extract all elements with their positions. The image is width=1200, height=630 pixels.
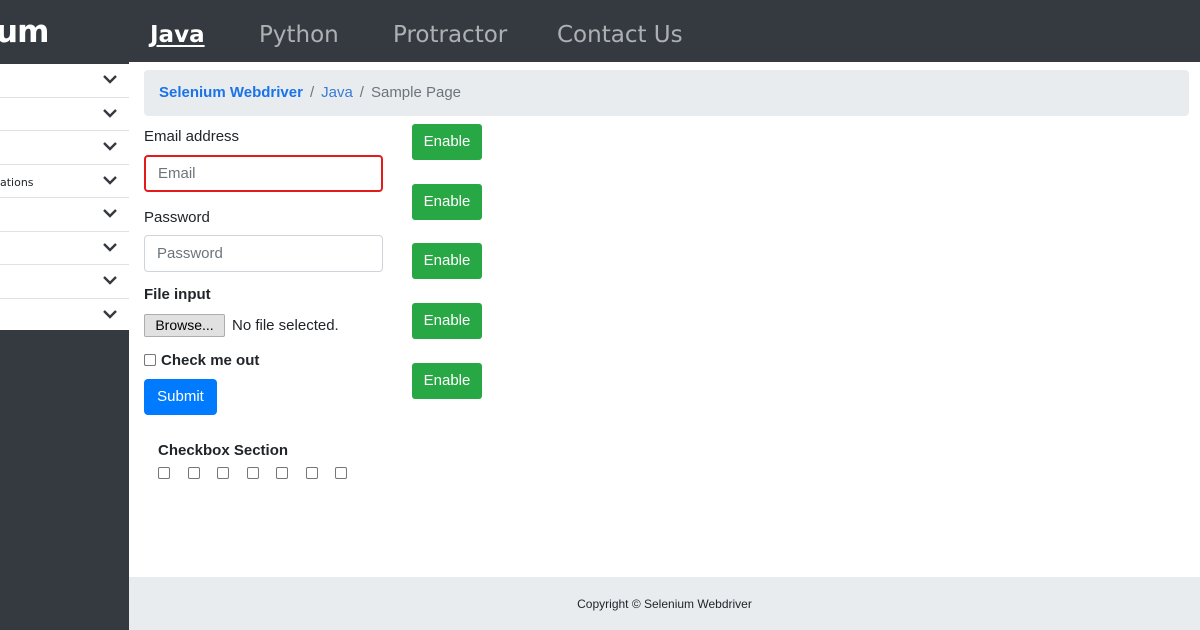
sidebar-item[interactable]	[0, 299, 129, 333]
section-checkbox-7[interactable]	[335, 467, 347, 479]
chevron-down-icon	[103, 309, 117, 319]
sidebar-item[interactable]	[0, 64, 129, 98]
section-checkbox-2[interactable]	[188, 467, 200, 479]
chevron-down-icon	[103, 242, 117, 252]
chevron-down-icon	[103, 142, 117, 151]
check-me-out-label[interactable]: Check me out	[161, 352, 259, 369]
sidebar-item[interactable]: ations	[0, 165, 129, 198]
sidebar-item[interactable]	[0, 265, 129, 299]
breadcrumb-link-java[interactable]: Java	[321, 84, 353, 101]
email-label: Email address	[144, 128, 240, 145]
sidebar-item-label: ations	[0, 175, 34, 189]
section-checkbox-5[interactable]	[276, 467, 288, 479]
breadcrumb-separator: /	[359, 84, 364, 101]
nav-link-contact-us[interactable]: Contact Us	[557, 22, 683, 48]
sidebar-item[interactable]	[0, 131, 129, 165]
footer-copyright: Copyright © Selenium Webdriver	[129, 577, 1200, 630]
enable-button-5[interactable]: Enable	[412, 363, 482, 399]
enable-button-1[interactable]: Enable	[412, 124, 482, 160]
enable-button-4[interactable]: Enable	[412, 303, 482, 339]
breadcrumb-link-home[interactable]: Selenium Webdriver	[159, 84, 303, 101]
chevron-down-icon	[103, 276, 117, 285]
breadcrumb-current-page: Sample Page	[370, 84, 462, 101]
chevron-down-icon	[103, 175, 117, 185]
brand-logo-text[interactable]: um	[0, 14, 49, 50]
nav-link-java[interactable]: Java	[150, 22, 205, 48]
browse-button[interactable]: Browse...	[144, 314, 225, 337]
chevron-down-icon	[103, 108, 117, 118]
sidebar-item[interactable]	[0, 198, 129, 232]
sidebar-item[interactable]	[0, 98, 129, 131]
section-checkbox-6[interactable]	[306, 467, 318, 479]
nav-link-python[interactable]: Python	[259, 22, 339, 48]
chevron-down-icon	[103, 75, 117, 84]
password-label: Password	[144, 209, 210, 226]
check-me-out-checkbox[interactable]	[144, 354, 156, 366]
submit-button[interactable]: Submit	[144, 379, 217, 415]
password-field[interactable]: Password	[144, 235, 383, 272]
sidebar-item[interactable]	[0, 232, 129, 265]
breadcrumb: Selenium Webdriver / Java / Sample Page	[144, 70, 1189, 116]
chevron-down-icon	[103, 209, 117, 218]
section-checkbox-3[interactable]	[217, 467, 229, 479]
enable-button-3[interactable]: Enable	[412, 243, 482, 279]
nav-link-protractor[interactable]: Protractor	[393, 22, 507, 48]
file-status-text: No file selected.	[232, 317, 339, 334]
breadcrumb-separator: /	[309, 84, 315, 101]
enable-button-2[interactable]: Enable	[412, 184, 482, 220]
top-navbar: um Java Python Protractor Contact Us	[0, 0, 1200, 62]
file-input-label: File input	[144, 286, 211, 303]
sidebar-menu: ations	[0, 64, 129, 330]
section-checkbox-4[interactable]	[247, 467, 259, 479]
email-field[interactable]: Email	[144, 155, 383, 192]
checkbox-section-title: Checkbox Section	[158, 442, 289, 459]
section-checkbox-1[interactable]	[158, 467, 170, 479]
